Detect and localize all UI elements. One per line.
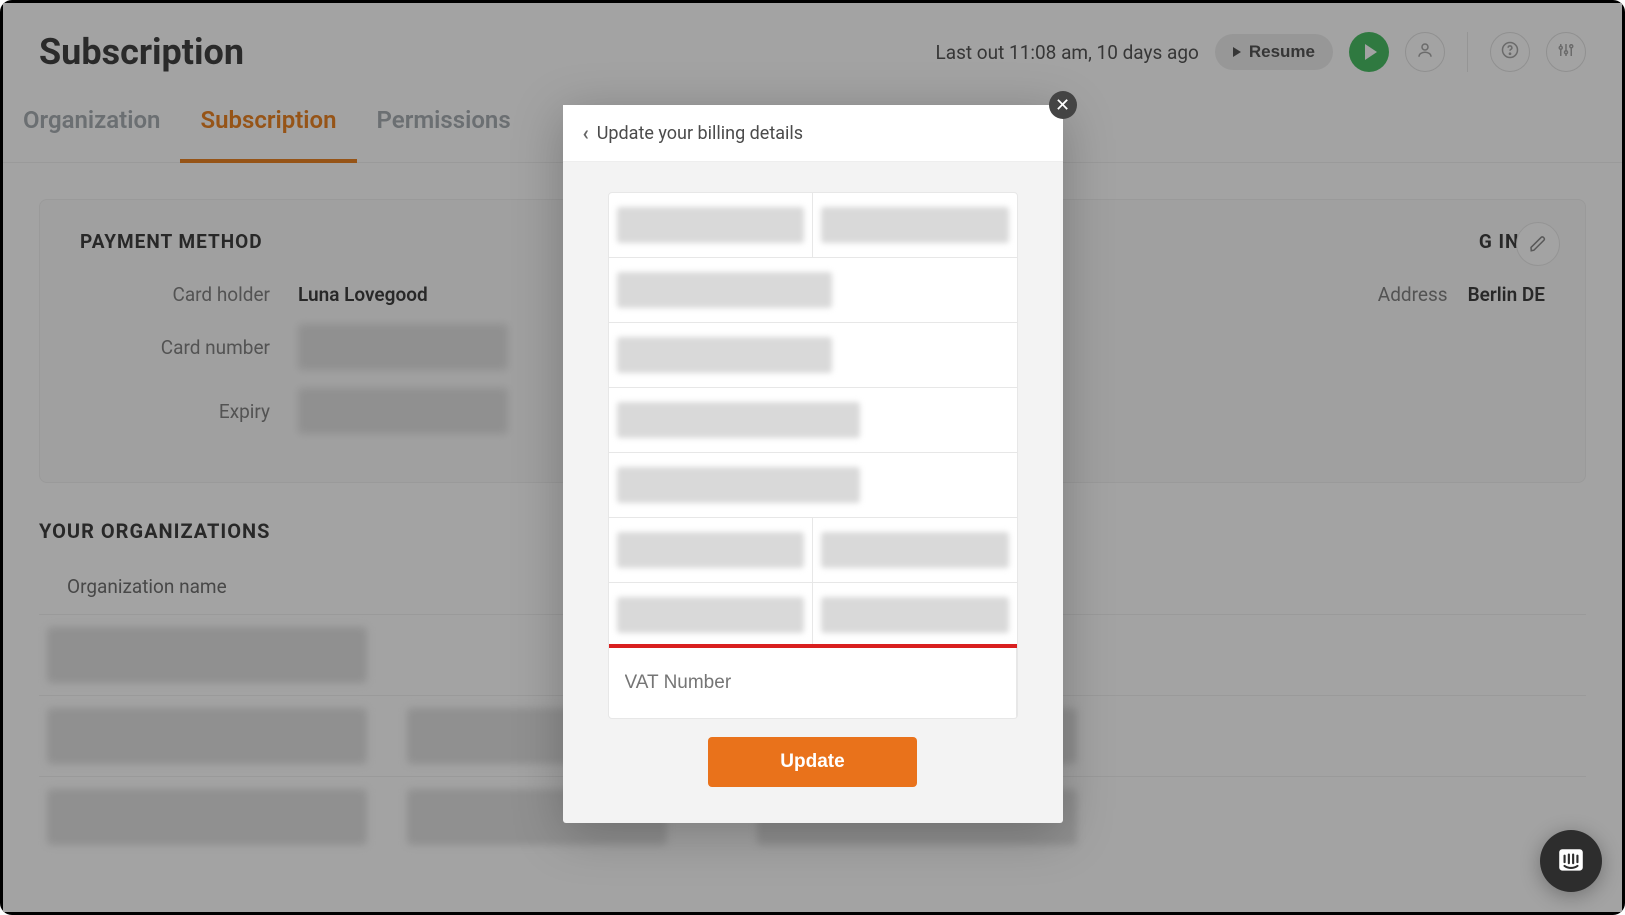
form-cell[interactable] (609, 193, 814, 257)
form-row (609, 453, 1017, 518)
close-button[interactable]: ✕ (1049, 91, 1077, 119)
form-row (609, 258, 1017, 323)
chat-icon (1556, 846, 1586, 876)
modal-header[interactable]: ‹ Update your billing details (563, 105, 1063, 162)
form-cell[interactable] (813, 518, 1017, 582)
vat-number-input[interactable] (609, 648, 1016, 718)
form-row (609, 323, 1017, 388)
form-cell[interactable] (609, 583, 814, 647)
form-cell[interactable] (609, 388, 1017, 452)
modal-body: Update (563, 162, 1063, 823)
form-cell[interactable] (609, 453, 1017, 517)
input-redacted (617, 402, 860, 438)
app-root: Subscription Last out 11:08 am, 10 days … (3, 3, 1622, 912)
form-row (609, 193, 1017, 258)
form-row (609, 518, 1017, 583)
vat-cell (609, 648, 1017, 718)
billing-details-modal: ✕ ‹ Update your billing details (563, 105, 1063, 823)
vat-number-row (609, 648, 1017, 718)
chat-launcher[interactable] (1540, 830, 1602, 892)
input-redacted (617, 597, 805, 633)
form-cell[interactable] (609, 518, 814, 582)
form-cell[interactable] (609, 323, 1017, 387)
billing-form (608, 192, 1018, 719)
input-redacted (821, 207, 1009, 243)
modal-title: Update your billing details (597, 123, 803, 144)
input-redacted (617, 207, 805, 243)
close-icon: ✕ (1055, 95, 1070, 116)
input-redacted (821, 532, 1009, 568)
input-redacted (617, 337, 833, 373)
input-redacted (617, 532, 805, 568)
form-row (609, 388, 1017, 453)
update-button[interactable]: Update (708, 737, 916, 787)
chevron-left-icon: ‹ (583, 121, 589, 145)
input-redacted (617, 467, 860, 503)
form-cell[interactable] (813, 193, 1017, 257)
form-cell[interactable] (609, 258, 1017, 322)
form-cell[interactable] (813, 583, 1017, 647)
input-redacted (821, 597, 1009, 633)
form-row (609, 583, 1017, 648)
input-redacted (617, 272, 833, 308)
modal-overlay[interactable]: ✕ ‹ Update your billing details (3, 3, 1622, 912)
